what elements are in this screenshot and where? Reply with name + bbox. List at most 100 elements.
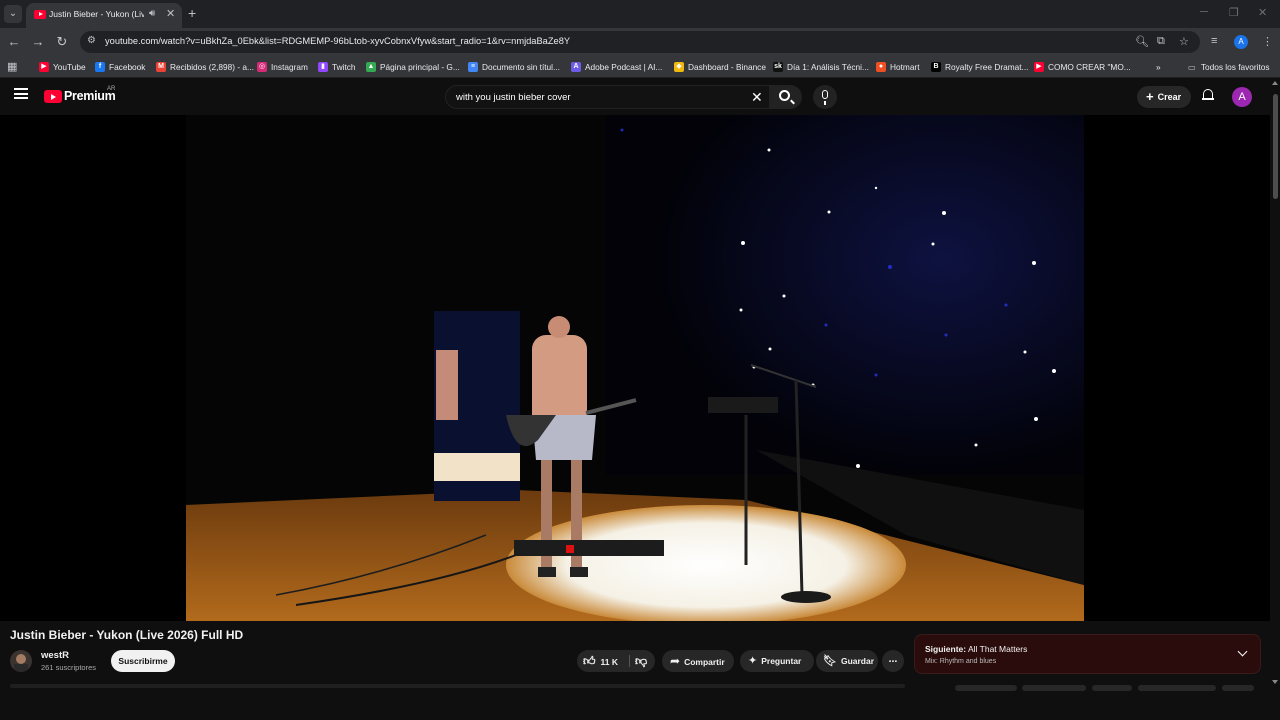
video-player[interactable]	[0, 115, 1270, 621]
sk-icon: sk	[773, 62, 783, 72]
ask-label: Preguntar	[761, 656, 802, 666]
description-box-edge[interactable]	[10, 684, 905, 688]
speaker-icon[interactable]: 🔊︎	[149, 8, 155, 19]
search-query-text[interactable]: with you justin bieber cover	[456, 92, 571, 103]
folder-icon: ▭	[1188, 62, 1196, 72]
back-arrow-icon[interactable]: ←	[6, 34, 22, 49]
video-frame[interactable]	[186, 115, 1084, 621]
bookmark-item[interactable]: ▶ COMO CREAR "MO...	[1034, 60, 1131, 74]
up-next-panel[interactable]: Siguiente: All That Matters Mix: Rhythm …	[914, 634, 1261, 674]
bookmark-item[interactable]: f Facebook	[95, 60, 145, 74]
tab-search-chevron-icon[interactable]: ⌄	[4, 5, 22, 23]
share-arrow-icon: ➦	[670, 654, 681, 668]
browser-tab-active[interactable]: Justin Bieber - Yukon (Live 🔊︎ ✕	[26, 3, 182, 28]
scroll-up-arrow-icon[interactable]	[1272, 81, 1278, 85]
apps-grid-icon[interactable]: ▦	[7, 60, 17, 73]
maximize-icon[interactable]: ❐	[1229, 6, 1239, 19]
all-bookmarks-label: Todos los favoritos	[1200, 62, 1270, 72]
search-icon	[779, 90, 790, 101]
gmail-icon: M	[156, 62, 166, 72]
new-tab-icon[interactable]: +	[188, 5, 196, 21]
search-input[interactable]: with you justin bieber cover ✕	[445, 85, 770, 109]
instagram-icon: ◎	[257, 62, 267, 72]
bookmark-item[interactable]: ◆ Dashboard - Binance	[674, 60, 766, 74]
bookmark-label: Dashboard - Binance	[688, 62, 766, 72]
search-button[interactable]	[770, 85, 802, 109]
bookmark-item[interactable]: ● Hotmart	[876, 60, 920, 74]
media-controls-icon[interactable]: ≡	[1211, 35, 1217, 47]
bookmark-item[interactable]: sk Día 1: Análisis Técni...	[773, 60, 869, 74]
bookmark-item[interactable]: ≡ Documento sin títul...	[468, 60, 560, 74]
ask-button[interactable]: ✦ Preguntar	[740, 650, 814, 672]
share-label: Compartir	[684, 657, 725, 667]
youtube-icon: ▶	[39, 62, 49, 72]
binance-icon: ◆	[674, 62, 684, 72]
filter-chip[interactable]	[1092, 685, 1132, 691]
twitch-icon: ▮	[318, 62, 328, 72]
notifications-bell-icon[interactable]	[1202, 89, 1214, 102]
thumbs-down-icon: 👎︎	[635, 654, 648, 668]
filter-chip[interactable]	[1022, 685, 1086, 691]
site-info-icon[interactable]: ⚙	[87, 35, 96, 46]
bookmark-item[interactable]: A Adobe Podcast | AI...	[571, 60, 662, 74]
youtube-icon: ▶	[1034, 62, 1044, 72]
all-bookmarks-folder[interactable]: ▭ Todos los favoritos	[1188, 60, 1270, 74]
bookmarks-bar: ▦ ▶ YouTube f Facebook M Recibidos (2,898) - …	[0, 56, 1280, 78]
channel-name[interactable]: westR	[41, 650, 69, 661]
close-tab-icon[interactable]: ✕	[166, 7, 175, 20]
create-button[interactable]: + Crear	[1137, 86, 1191, 108]
page-scrollbar[interactable]	[1270, 78, 1280, 690]
bookmark-item[interactable]: ▮ Twitch	[318, 60, 356, 74]
chevron-down-icon[interactable]	[1237, 646, 1248, 657]
browser-menu-icon[interactable]: ⋮	[1262, 35, 1273, 48]
more-bookmarks-icon[interactable]: »	[1156, 60, 1161, 74]
voice-search-button[interactable]	[813, 85, 837, 109]
subscriber-count: 261 suscriptores	[41, 663, 97, 672]
bookmark-item[interactable]: M Recibidos (2,898) - a...	[156, 60, 254, 74]
window-close-icon[interactable]: ✕	[1258, 6, 1267, 19]
drive-icon: ▲	[366, 62, 376, 72]
forward-arrow-icon[interactable]: →	[30, 34, 46, 49]
bookmark-item[interactable]: ▲ Página principal - G...	[366, 60, 460, 74]
hamburger-menu-icon[interactable]	[14, 88, 28, 99]
filter-chip[interactable]	[1138, 685, 1216, 691]
minimize-icon[interactable]: ─	[1200, 6, 1208, 18]
url-text[interactable]: youtube.com/watch?v=uBkhZa_0Ebk&list=RDG…	[105, 36, 570, 46]
youtube-logo-icon[interactable]	[44, 90, 62, 103]
address-bar[interactable]: ⚙ youtube.com/watch?v=uBkhZa_0Ebk&list=R…	[80, 31, 1200, 53]
browser-profile-avatar[interactable]: A	[1234, 35, 1248, 49]
bookmark-label: Twitch	[332, 62, 356, 72]
up-next-song: All That Matters	[968, 644, 1028, 654]
bookmark-item[interactable]: B Royalty Free Dramat...	[931, 60, 1028, 74]
bookmark-item[interactable]: ◎ Instagram	[257, 60, 308, 74]
bookmark-star-icon[interactable]: ☆	[1179, 35, 1189, 48]
save-button[interactable]: 🔖︎ Guardar	[816, 650, 878, 672]
country-code: AR	[107, 86, 116, 92]
account-avatar[interactable]: A	[1232, 87, 1252, 107]
bookmark-item[interactable]: ▶ YouTube	[39, 60, 86, 74]
create-label: Crear	[1157, 92, 1182, 102]
scroll-thumb[interactable]	[1273, 94, 1278, 199]
tab-title: Justin Bieber - Yukon (Live	[49, 9, 144, 19]
more-actions-button[interactable]: ⋯	[882, 650, 904, 672]
clear-search-icon[interactable]: ✕	[751, 89, 763, 106]
filter-chip[interactable]	[1222, 685, 1254, 691]
install-app-icon[interactable]: ⧉	[1157, 35, 1165, 48]
up-next-mix: Mix: Rhythm and blues	[925, 658, 997, 665]
zoom-search-icon[interactable]: 🔍︎	[1135, 35, 1149, 48]
browser-tab-strip: ⌄ Justin Bieber - Yukon (Live 🔊︎ ✕ + ─ ❐…	[0, 0, 1280, 28]
save-label: Guardar	[840, 656, 875, 666]
bookmark-label: Día 1: Análisis Técni...	[787, 62, 869, 72]
channel-avatar[interactable]	[10, 650, 32, 672]
subscribe-button[interactable]: Suscribirme	[111, 650, 175, 672]
dislike-button[interactable]: 👎︎	[635, 650, 647, 672]
filter-chip[interactable]	[955, 685, 1017, 691]
scroll-down-arrow-icon[interactable]	[1272, 680, 1278, 684]
like-button[interactable]: 👍︎ 11 K	[583, 650, 629, 673]
share-button[interactable]: ➦ Compartir	[662, 650, 734, 672]
reload-icon[interactable]: ↻	[54, 34, 70, 50]
bookmark-label: Documento sin títul...	[482, 62, 560, 72]
bookmark-icon: 🔖︎	[823, 655, 837, 667]
thumbs-up-icon: 👍︎	[583, 654, 596, 668]
plus-icon: +	[1146, 89, 1154, 104]
